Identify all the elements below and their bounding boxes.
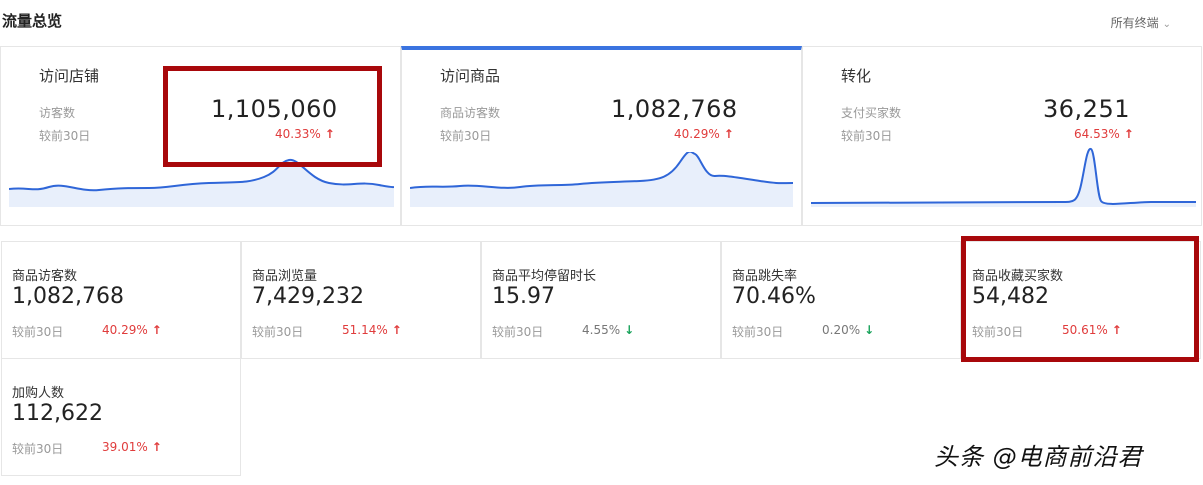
watermark: 头条 @电商前沿君 bbox=[934, 443, 1143, 471]
metric-value: 36,251 bbox=[1043, 95, 1130, 123]
compare-label: 较前30日 bbox=[841, 129, 893, 143]
stat-compare-percent: 0.20% bbox=[822, 323, 861, 337]
stat-compare-percent: 39.01% bbox=[102, 440, 148, 454]
stat-value: 1,082,768 bbox=[12, 284, 124, 309]
stat-value: 15.97 bbox=[492, 284, 555, 309]
sparkline-chart bbox=[410, 152, 794, 207]
arrow-up-icon: ↑ bbox=[391, 323, 402, 337]
card-title: 转化 bbox=[841, 67, 872, 85]
stat-title: 商品平均停留时长 bbox=[492, 269, 597, 284]
card-conversion[interactable]: 转化 支付买家数 36,251 较前30日 64.53% ↑ bbox=[802, 46, 1202, 226]
arrow-up-icon: ↑ bbox=[723, 127, 734, 141]
sparkline-chart bbox=[811, 148, 1196, 207]
compare-percent: 64.53% bbox=[1074, 127, 1120, 141]
stat-title: 商品访客数 bbox=[12, 269, 78, 284]
stat-compare-percent: 51.14% bbox=[342, 323, 388, 337]
highlight-box bbox=[961, 236, 1199, 362]
compare-label: 较前30日 bbox=[440, 129, 492, 143]
terminal-select-label: 所有终端 bbox=[1110, 16, 1159, 30]
stat-compare-label: 较前30日 bbox=[12, 442, 64, 456]
stat-title: 商品浏览量 bbox=[252, 269, 318, 284]
stat-avg-stay-time[interactable]: 商品平均停留时长 15.97 较前30日 4.55% ↓ bbox=[481, 241, 721, 359]
stat-bounce-rate[interactable]: 商品跳失率 70.46% 较前30日 0.20% ↓ bbox=[721, 241, 961, 359]
card-title: 访问店铺 bbox=[39, 67, 100, 85]
stat-compare-value: 4.55% ↓ bbox=[582, 323, 634, 337]
stat-title: 商品跳失率 bbox=[732, 269, 798, 284]
sparkline-line bbox=[811, 148, 1196, 205]
card-title: 访问商品 bbox=[440, 67, 501, 85]
stat-compare-value: 0.20% ↓ bbox=[822, 323, 874, 337]
stat-title: 加购人数 bbox=[12, 386, 65, 401]
stat-compare-label: 较前30日 bbox=[12, 325, 64, 339]
compare-percent: 40.29% bbox=[674, 127, 720, 141]
chevron-down-icon: ⌄ bbox=[1162, 19, 1171, 30]
card-visit-product[interactable]: 访问商品 商品访客数 1,082,768 较前30日 40.29% ↑ bbox=[401, 46, 802, 226]
overview-header: 流量总览 所有终端 ⌄ bbox=[0, 0, 1203, 44]
stat-compare-percent: 40.29% bbox=[102, 323, 148, 337]
arrow-down-icon: ↓ bbox=[864, 323, 875, 337]
stat-compare-value: 51.14% ↑ bbox=[342, 323, 402, 337]
stat-product-views[interactable]: 商品浏览量 7,429,232 较前30日 51.14% ↑ bbox=[241, 241, 481, 359]
stat-add-to-cart[interactable]: 加购人数 112,622 较前30日 39.01% ↑ bbox=[1, 358, 241, 476]
stat-compare-percent: 4.55% bbox=[582, 323, 621, 337]
highlight-box bbox=[163, 66, 382, 167]
sparkline-area bbox=[811, 148, 1196, 207]
page-title: 流量总览 bbox=[2, 12, 63, 30]
stat-value: 7,429,232 bbox=[252, 284, 364, 309]
stat-compare-label: 较前30日 bbox=[732, 325, 784, 339]
metric-label: 支付买家数 bbox=[841, 106, 902, 120]
stat-compare-value: 40.29% ↑ bbox=[102, 323, 162, 337]
terminal-select[interactable]: 所有终端 ⌄ bbox=[1111, 14, 1171, 31]
metric-value: 1,082,768 bbox=[611, 95, 738, 123]
stat-product-visitors[interactable]: 商品访客数 1,082,768 较前30日 40.29% ↑ bbox=[1, 241, 241, 359]
stat-value: 70.46% bbox=[732, 284, 816, 309]
compare-value: 40.29% ↑ bbox=[674, 127, 734, 141]
compare-value: 64.53% ↑ bbox=[1074, 127, 1134, 141]
compare-label: 较前30日 bbox=[39, 129, 91, 143]
arrow-up-icon: ↑ bbox=[1123, 127, 1134, 141]
stat-compare-label: 较前30日 bbox=[492, 325, 544, 339]
stat-compare-value: 39.01% ↑ bbox=[102, 440, 162, 454]
stat-compare-label: 较前30日 bbox=[252, 325, 304, 339]
sparkline-area bbox=[410, 152, 793, 207]
arrow-down-icon: ↓ bbox=[624, 323, 635, 337]
arrow-up-icon: ↑ bbox=[151, 323, 162, 337]
metric-label: 访客数 bbox=[39, 106, 76, 120]
metric-label: 商品访客数 bbox=[440, 106, 501, 120]
stat-value: 112,622 bbox=[12, 401, 103, 426]
arrow-up-icon: ↑ bbox=[151, 440, 162, 454]
